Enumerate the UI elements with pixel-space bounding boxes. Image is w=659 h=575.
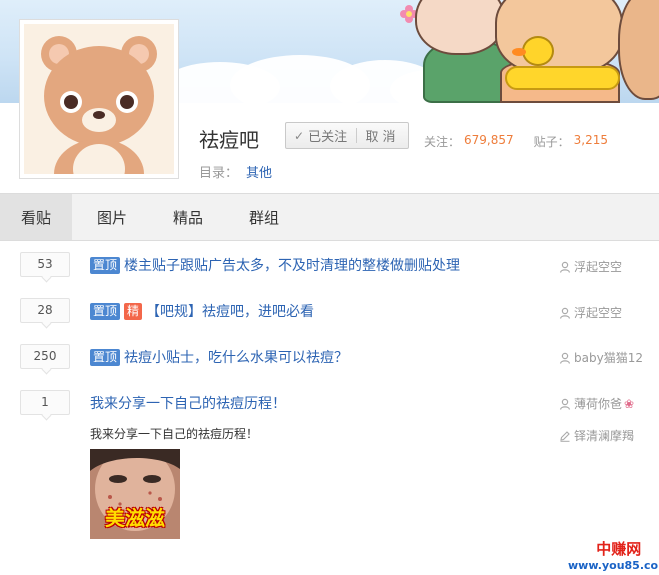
essence-badge: 精 [124, 302, 143, 320]
followed-indicator[interactable]: ✓ 已关注 [286, 123, 356, 148]
thread-preview-text: 我来分享一下自己的祛痘历程！ [90, 427, 259, 441]
cartoon-man-head [495, 0, 623, 75]
thread-title-link[interactable]: 楼主贴子跟贴广告太多，不及时清理的整楼做删贴处理 [124, 255, 460, 275]
tab-groups[interactable]: 群组 [224, 194, 304, 240]
thread-author[interactable]: 薄荷你爸 ❀ [559, 395, 634, 412]
unfollow-button[interactable]: 取消 [357, 126, 408, 145]
last-reply[interactable]: 铎清澜摩羯 [559, 427, 634, 444]
thread-title-link[interactable]: 祛痘小贴士，吃什么水果可以祛痘？ [124, 347, 348, 367]
thread-author[interactable]: 浮起空空 [559, 258, 622, 275]
swim-ring-decoration [505, 66, 620, 90]
pinned-badge: 置顶 [90, 348, 121, 366]
cartoon-bear-decoration [618, 0, 659, 100]
forum-name[interactable]: 祛痘吧 [199, 124, 259, 153]
thread-title-link[interactable]: 我来分享一下自己的祛痘历程！ [90, 393, 286, 413]
person-icon [559, 398, 571, 410]
author-name[interactable]: baby猫猫12 [574, 349, 643, 366]
bear-avatar-icon [24, 24, 174, 174]
flower-icon: ❀ [624, 396, 635, 411]
thread-title-row: 我来分享一下自己的祛痘历程！ [90, 393, 286, 413]
thread-title-row: 置顶 精 【吧规】祛痘吧，进吧必看 [90, 301, 314, 321]
last-reply-author[interactable]: 铎清澜摩羯 [574, 427, 634, 444]
catalog-label: 目录： [199, 166, 239, 181]
author-name[interactable]: 浮起空空 [574, 304, 622, 321]
tab-images[interactable]: 图片 [72, 194, 152, 240]
pinned-badge: 置顶 [90, 256, 121, 274]
follow-status-button[interactable]: ✓ 已关注 取消 [285, 122, 409, 149]
reply-count: 53 [20, 252, 70, 277]
followed-label: 已关注 [308, 130, 348, 145]
followers-count: 679,857 [464, 133, 514, 147]
watermark-title: 中赚网 [596, 540, 642, 558]
forum-tabs: 看贴 图片 精品 群组 [0, 193, 659, 241]
pencil-icon [560, 430, 570, 442]
reply-count: 1 [20, 390, 70, 415]
catalog-link[interactable]: 其他 [246, 166, 272, 181]
author-name[interactable]: 浮起空空 [574, 258, 622, 275]
thread-thumbnail[interactable]: 美滋滋 [90, 449, 180, 539]
person-icon [559, 352, 571, 364]
thread-title-link[interactable]: 【吧规】祛痘吧，进吧必看 [146, 301, 314, 321]
forum-avatar[interactable] [19, 19, 179, 179]
person-icon [559, 261, 571, 273]
thread-title-row: 置顶 祛痘小贴士，吃什么水果可以祛痘？ [90, 347, 348, 367]
reply-count: 250 [20, 344, 70, 369]
posts-label: 贴子： [533, 135, 570, 149]
catalog: 目录： 其他 [199, 162, 272, 181]
thread-title-row: 置顶 楼主贴子跟贴广告太多，不及时清理的整楼做删贴处理 [90, 255, 460, 275]
person-icon [559, 307, 571, 319]
author-name[interactable]: 薄荷你爸 [574, 395, 622, 412]
reply-count: 28 [20, 298, 70, 323]
site-watermark: 中赚网 www.you85.com [568, 538, 659, 572]
pinned-badge: 置顶 [90, 302, 121, 320]
check-icon: ✓ [294, 128, 305, 143]
tab-featured[interactable]: 精品 [152, 194, 224, 240]
thumbnail-caption: 美滋滋 [105, 506, 165, 530]
followers-label: 关注： [424, 135, 461, 149]
rubber-duck-decoration [522, 36, 554, 66]
watermark-url: www.you85.com [568, 559, 659, 572]
posts-count: 3,215 [573, 133, 609, 147]
forum-stats: 关注： 679,857 贴子： 3,215 [424, 133, 628, 150]
tab-posts[interactable]: 看贴 [0, 194, 72, 240]
thread-author[interactable]: baby猫猫12 [559, 349, 643, 366]
thread-author[interactable]: 浮起空空 [559, 304, 622, 321]
bear-avatar-image [24, 24, 174, 174]
duck-beak-decoration [512, 48, 526, 56]
